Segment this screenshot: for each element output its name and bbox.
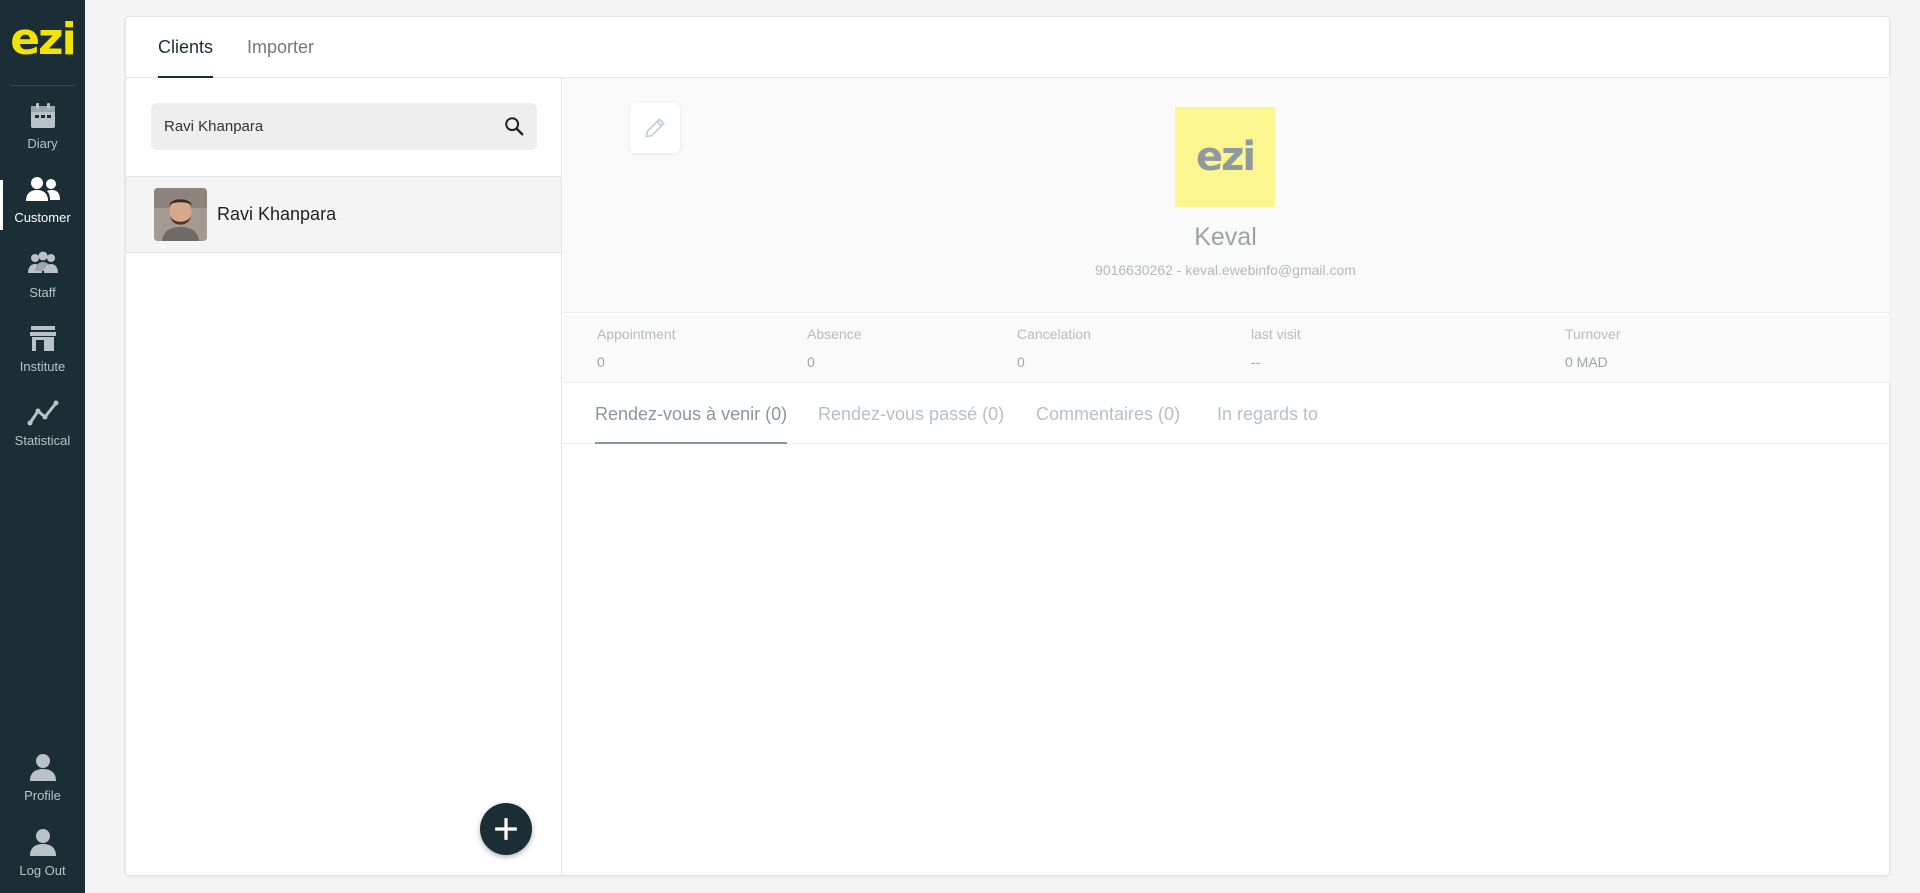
sidebar-item-diary[interactable]: Diary: [0, 100, 85, 166]
sidebar-item-label: Institute: [19, 359, 66, 374]
plus-icon: [495, 818, 517, 840]
avatar: [154, 188, 207, 241]
sidebar-item-logout[interactable]: Log Out: [0, 827, 85, 893]
sidebar-item-label: Log Out: [19, 863, 66, 878]
tab-comments[interactable]: Commentaires (0): [1036, 404, 1180, 444]
search-input[interactable]: [151, 103, 481, 150]
logout-user-icon: [29, 829, 56, 856]
user-icon: [29, 754, 56, 781]
staff-icon: [27, 251, 58, 273]
chart-line-icon: [27, 400, 58, 426]
client-stats: Appointment 0 Absence 0 Cancelation 0 la…: [563, 314, 1890, 383]
stat-absence: Absence 0: [807, 326, 861, 370]
stat-value: 0: [807, 354, 815, 370]
tab-clients[interactable]: Clients: [158, 37, 214, 78]
stat-last-visit: last visit --: [1251, 326, 1301, 370]
store-icon: [29, 326, 56, 351]
client-contact-info: 9016630262 - keval.ewebinfo@gmail.com: [1095, 262, 1356, 278]
sidebar-item-label: Staff: [29, 285, 56, 300]
stat-appointment: Appointment 0: [597, 326, 676, 370]
tab-upcoming-appointments[interactable]: Rendez-vous à venir (0): [595, 404, 788, 444]
stat-turnover: Turnover 0 MAD: [1565, 326, 1621, 370]
calendar-icon: [30, 103, 55, 128]
stat-cancelation: Cancelation 0: [1017, 326, 1091, 370]
users-icon: [25, 177, 60, 201]
tab-past-appointments[interactable]: Rendez-vous passé (0): [818, 404, 1004, 444]
client-logo-text: ezi: [1195, 134, 1256, 180]
stat-label: Absence: [807, 326, 862, 342]
add-client-button[interactable]: [480, 803, 532, 855]
sidebar-item-profile[interactable]: Profile: [0, 752, 85, 818]
main-panel: Clients Importer Ravi Khanpara Ravi Khan…: [125, 16, 1890, 876]
sidebar-item-statistical[interactable]: Statistical: [0, 397, 85, 463]
profile-header: ezi Keval 9016630262 - keval.ewebinfo@gm…: [563, 78, 1890, 313]
search-icon[interactable]: [503, 115, 525, 137]
pencil-icon: [645, 118, 665, 138]
sidebar-divider: [10, 85, 75, 86]
sidebar-item-label: Customer: [14, 210, 71, 225]
client-profile-name: Keval: [1194, 223, 1257, 251]
sidebar: ezi Diary Customer Staff Institute Stati…: [0, 0, 85, 893]
sidebar-item-label: Diary: [27, 136, 58, 151]
client-list-panel: Ravi Khanpara: [126, 78, 562, 875]
client-list-item[interactable]: Ravi Khanpara: [126, 176, 561, 253]
client-name: Ravi Khanpara: [217, 204, 337, 224]
stat-label: Cancelation: [1017, 326, 1091, 342]
stat-value: 0 MAD: [1565, 354, 1608, 370]
stat-label: Turnover: [1565, 326, 1621, 342]
stat-value: 0: [1017, 354, 1025, 370]
app-logo[interactable]: ezi: [0, 14, 85, 65]
search-box: [151, 103, 537, 150]
tab-in-regards-to[interactable]: In regards to: [1217, 404, 1318, 444]
sidebar-item-label: Statistical: [14, 433, 71, 448]
edit-button[interactable]: [630, 103, 680, 153]
stat-label: last visit: [1251, 326, 1301, 342]
sidebar-item-customer[interactable]: Customer: [0, 174, 85, 240]
detail-tabs: Rendez-vous à venir (0) Rendez-vous pass…: [563, 384, 1890, 444]
stat-label: Appointment: [597, 326, 676, 342]
sidebar-item-institute[interactable]: Institute: [0, 323, 85, 389]
client-detail-panel: ezi Keval 9016630262 - keval.ewebinfo@gm…: [563, 78, 1890, 875]
stat-value: 0: [597, 354, 605, 370]
stat-value: --: [1251, 354, 1261, 370]
sidebar-item-staff[interactable]: Staff: [0, 249, 85, 315]
top-tabs: Clients Importer: [126, 17, 1889, 78]
client-logo: ezi: [1175, 107, 1275, 207]
sidebar-item-label: Profile: [24, 788, 61, 803]
tab-importer[interactable]: Importer: [247, 37, 314, 78]
